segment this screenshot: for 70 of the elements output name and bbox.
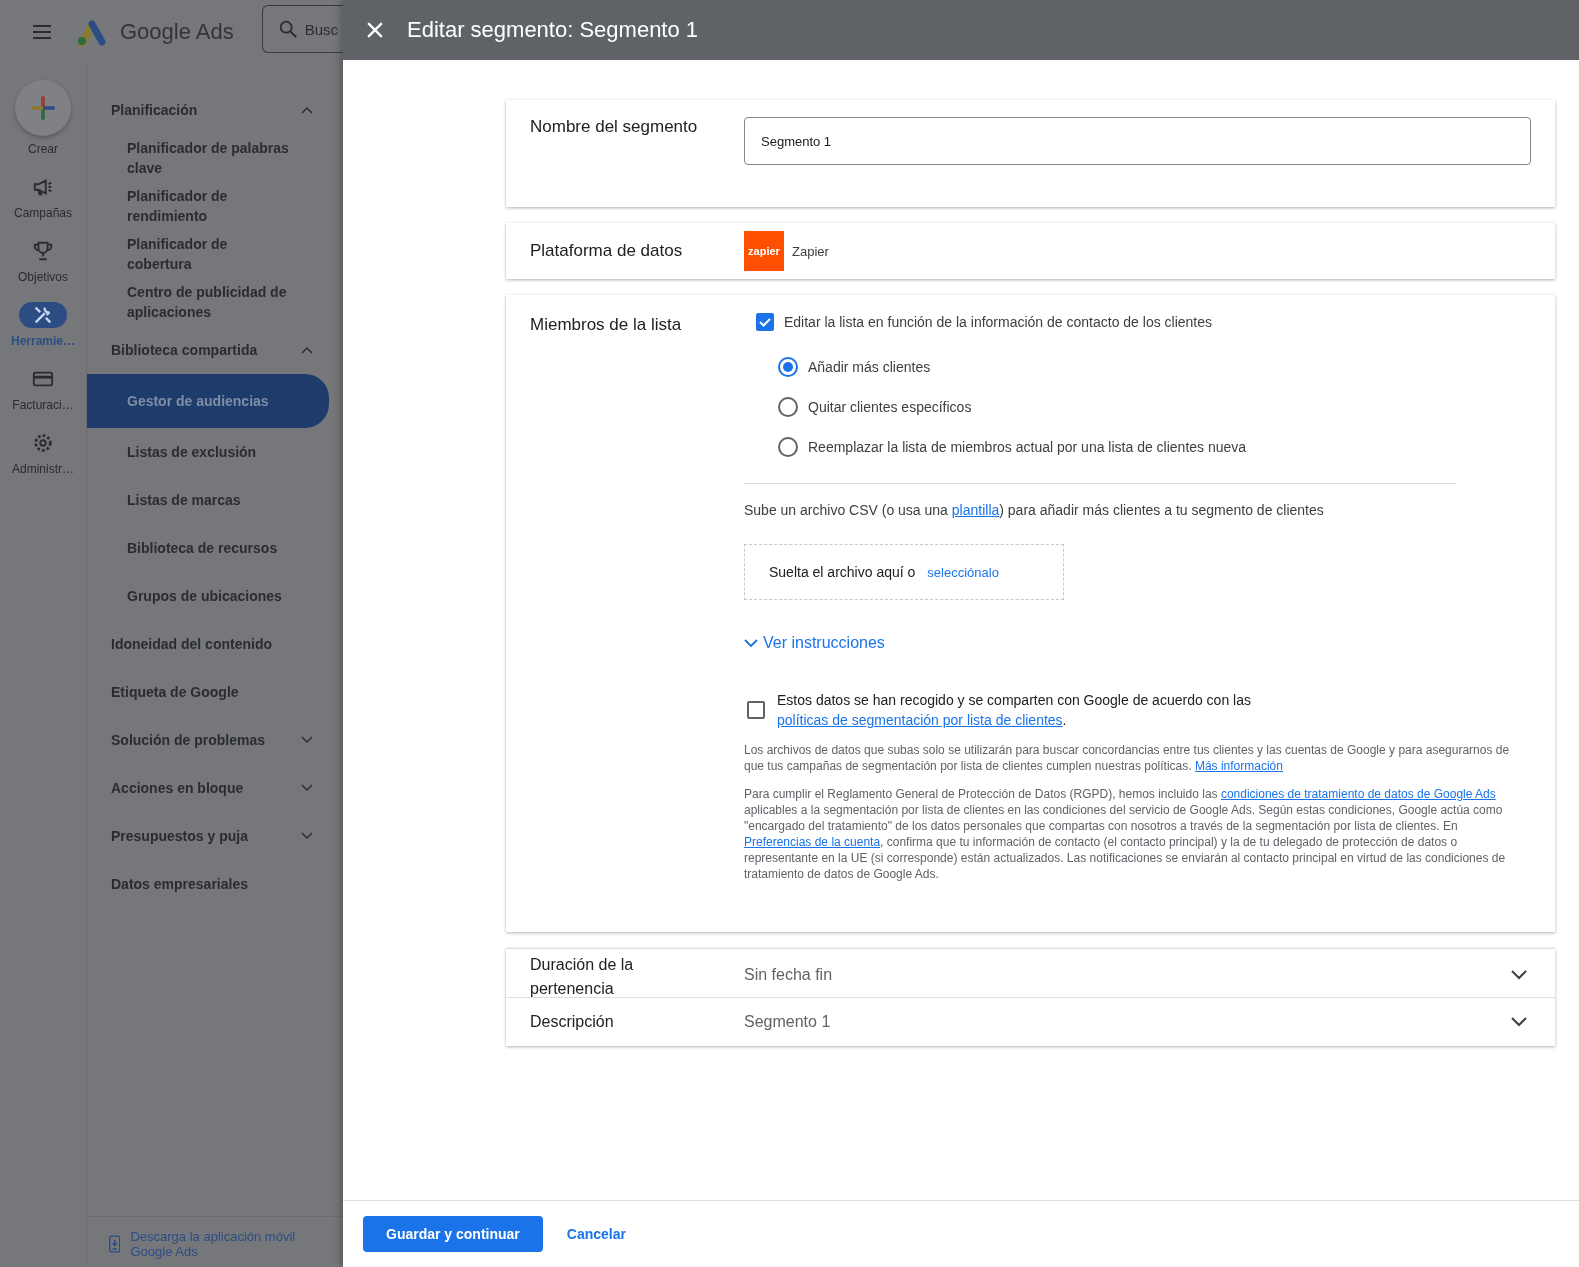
policy-link[interactable]: políticas de segmentación por lista de clientes bbox=[777, 710, 1063, 730]
nav-item[interactable]: Datos empresariales bbox=[87, 860, 343, 908]
nav-item[interactable]: Listas de exclusión bbox=[87, 428, 329, 476]
rail-item[interactable]: Objetivos bbox=[0, 238, 86, 284]
nav-item[interactable]: Solución de problemas bbox=[87, 716, 343, 764]
field-label: Nombre del segmento bbox=[530, 117, 699, 138]
chevron-down-icon bbox=[301, 832, 313, 840]
nav-item[interactable]: Etiqueta de Google bbox=[87, 668, 343, 716]
nav-item[interactable]: Planificador de palabras clave bbox=[87, 134, 329, 182]
nav-item[interactable]: Acciones en bloque bbox=[87, 764, 343, 812]
radio-button[interactable] bbox=[778, 357, 798, 377]
phone-download-icon bbox=[109, 1233, 121, 1255]
radio-button[interactable] bbox=[778, 437, 798, 457]
field-label: Miembros de la lista bbox=[530, 314, 683, 336]
field-label: Plataforma de datos bbox=[530, 241, 684, 261]
upload-instructions: Sube un archivo CSV (o usa una plantilla) para añadir más clientes a tu segmento de clientes bbox=[744, 502, 1325, 518]
accordion-row[interactable]: Descripción Segmento 1 bbox=[506, 997, 1555, 1046]
chevron-down-icon bbox=[1511, 970, 1527, 980]
platform-logo: zapier bbox=[744, 231, 784, 271]
nav-item[interactable]: Planificador de cobertura bbox=[87, 230, 329, 278]
trophy-icon bbox=[32, 240, 54, 262]
checkbox[interactable] bbox=[756, 313, 774, 331]
radio-label: Quitar clientes específicos bbox=[808, 399, 972, 415]
radio-button[interactable] bbox=[778, 397, 798, 417]
consent-text: Estos datos se han recogido y se comparten con Google de acuerdo con las políticas de segmentación por lista de clientes. bbox=[777, 691, 1252, 730]
radio-label: Reemplazar la lista de miembros actual por una lista de clientes nueva bbox=[808, 439, 1247, 455]
chevron-down-icon bbox=[301, 784, 313, 792]
settings-icon bbox=[32, 432, 54, 454]
tools-icon bbox=[32, 304, 54, 326]
save-button[interactable]: Guardar y continuar bbox=[363, 1216, 543, 1252]
info-link[interactable]: condiciones de tratamiento de datos de Google Ads bbox=[1220, 787, 1496, 801]
logo-icon bbox=[76, 18, 108, 46]
accordion-row[interactable]: Duración de la pertenencia Sin fecha fin bbox=[506, 948, 1555, 997]
rail-item[interactable]: Campañas bbox=[0, 174, 86, 220]
dialog-title: Editar segmento: Segmento 1 bbox=[407, 17, 699, 43]
legal-note: Los archivos de datos que subas solo se utilizarán para buscar concordancias entre tus clientes y las cuentas de Google y para asegurarnos de que tus campañas de segmentación por lista de clientes cumplen nuestras políticas. Más información bbox=[744, 742, 1511, 774]
rail-item[interactable]: Crear bbox=[0, 80, 86, 156]
chevron-up-icon bbox=[301, 346, 313, 354]
nav-item[interactable]: Biblioteca compartida bbox=[87, 326, 343, 374]
nav-item[interactable]: Presupuestos y puja bbox=[87, 812, 343, 860]
megaphone-icon bbox=[32, 176, 54, 198]
product-name: Google Ads bbox=[120, 19, 234, 45]
nav-item[interactable]: Centro de publicidad de aplicaciones bbox=[87, 278, 329, 326]
file-drop-zone[interactable]: Suelta el archivo aquí o selecciónalo bbox=[744, 544, 1064, 600]
rail-item[interactable]: Administr… bbox=[0, 430, 86, 476]
rail-item[interactable]: Facturaci… bbox=[0, 366, 86, 412]
nav-item[interactable]: Grupos de ubicaciones bbox=[87, 572, 329, 620]
nav-item[interactable]: Idoneidad del contenido bbox=[87, 620, 343, 668]
platform-name: Zapier bbox=[792, 243, 829, 259]
nav-item[interactable]: Gestor de audiencias bbox=[87, 374, 329, 428]
segment-name-field[interactable]: Segmento 1 bbox=[744, 117, 1531, 165]
radio-label: Añadir más clientes bbox=[808, 359, 931, 375]
close-icon[interactable] bbox=[367, 22, 383, 38]
info-link[interactable]: Más información bbox=[1194, 759, 1283, 773]
nav-item[interactable]: Biblioteca de recursos bbox=[87, 524, 329, 572]
chevron-down-icon bbox=[301, 736, 313, 744]
chevron-up-icon bbox=[301, 106, 313, 114]
nav-item[interactable]: Planificador de rendimiento bbox=[87, 182, 329, 230]
chevron-down-icon bbox=[1511, 1017, 1527, 1027]
nav-item[interactable]: Listas de marcas bbox=[87, 476, 329, 524]
legal-note: Para cumplir el Reglamento General de Protección de Datos (RGPD), hemos incluido las condiciones de tratamiento de datos de Google Ads aplicables a la segmentación por lista de clientes en las condiciones del servicio de Google Ads. Según estas condiciones, Google actúa como "encargado del tratamiento" de los datos personales que compartas con nosotros a través de la segmentación por lista de clientes. En Preferencias de la cuenta, confirma que tu información de contacto (el contacto principal) y la de tu delegado de protección de datos o representante en la UE (si corresponde) están actualizados. Las notificaciones se enviarán al contacto principal en virtud de las condiciones de tratamiento de datos de Google Ads. bbox=[744, 786, 1507, 882]
cancel-button[interactable]: Cancelar bbox=[550, 1216, 642, 1252]
checkbox-label: Editar la lista en función de la información de contacto de los clientes bbox=[784, 314, 1213, 330]
template-link[interactable]: plantilla bbox=[951, 502, 1000, 518]
plus-icon bbox=[29, 94, 57, 122]
checkbox[interactable] bbox=[747, 701, 765, 719]
chevron-down-icon bbox=[744, 638, 758, 648]
nav-item[interactable]: Planificación bbox=[87, 86, 343, 134]
instructions-toggle[interactable]: Ver instrucciones bbox=[744, 634, 885, 652]
rail-item[interactable]: Herramie… bbox=[0, 302, 86, 348]
